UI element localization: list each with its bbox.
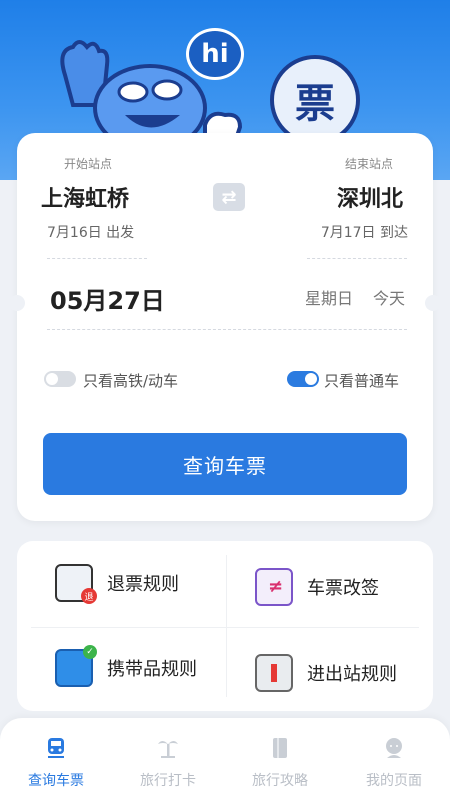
tab-label: 旅行打卡 — [140, 773, 196, 789]
weekday-label: 星期日 — [305, 289, 354, 308]
divider — [226, 555, 227, 697]
divider — [31, 627, 419, 628]
highspeed-only-toggle[interactable] — [44, 371, 76, 387]
tab-search-tickets[interactable]: 查询车票 — [0, 736, 112, 790]
palm-tree-icon — [158, 741, 178, 758]
arrival-date: 7月17日 到达 — [320, 225, 408, 241]
tab-travel-guide[interactable]: 旅行攻略 — [224, 736, 336, 790]
swap-stations-button[interactable]: ⇄ — [213, 183, 245, 211]
tab-label: 查询车票 — [28, 773, 84, 789]
toggle-knob — [305, 373, 317, 385]
toggle-knob — [46, 373, 58, 385]
departure-date: 7月16日 出发 — [47, 225, 135, 241]
search-tickets-button[interactable]: 查询车票 — [43, 433, 407, 495]
divider — [47, 258, 147, 259]
to-station[interactable]: 深圳北 — [337, 181, 403, 213]
rules-grid: 退票规则 车票改签 携带品规则 进出站规则 — [17, 541, 433, 711]
refund-rules-label: 退票规则 — [107, 574, 179, 595]
highspeed-only-label[interactable]: 只看高铁/动车 — [83, 370, 178, 391]
station-gate-icon — [255, 654, 293, 692]
normal-train-only-toggle[interactable] — [287, 371, 319, 387]
ticket-badge-icon: 票 — [270, 55, 360, 145]
tab-my-page[interactable]: 我的页面 — [338, 736, 450, 790]
to-station-label: 结束站点 — [344, 157, 393, 171]
divider — [307, 258, 407, 259]
book-icon — [273, 738, 287, 758]
bottom-tab-bar: 查询车票 旅行打卡 旅行攻略 我的页面 — [0, 718, 450, 800]
from-station[interactable]: 上海虹桥 — [41, 181, 129, 213]
travel-date-picker[interactable]: 05月27日 — [50, 281, 165, 316]
ticket-search-card: 开始站点 结束站点 上海虹桥 ⇄ 深圳北 7月16日 出发 7月17日 到达 0… — [9, 133, 441, 521]
ticket-change-link[interactable]: 车票改签 — [255, 568, 379, 606]
refund-rules-icon — [55, 564, 97, 604]
swap-arrows-icon: ⇄ — [221, 186, 237, 208]
tab-label: 旅行攻略 — [252, 773, 308, 789]
tab-travel-checkin[interactable]: 旅行打卡 — [112, 736, 224, 790]
station-gate-rules-label: 进出站规则 — [307, 664, 397, 685]
luggage-rules-link[interactable]: 携带品规则 — [55, 645, 197, 687]
from-station-label: 开始站点 — [64, 157, 113, 171]
ticket-change-label: 车票改签 — [307, 578, 379, 599]
luggage-icon — [55, 645, 97, 687]
divider — [47, 329, 407, 330]
normal-train-only-label[interactable]: 只看普通车 — [324, 370, 399, 391]
hi-speech-bubble: hi — [186, 28, 244, 80]
ticket-change-icon — [255, 568, 293, 606]
tab-label: 我的页面 — [366, 773, 422, 789]
user-icon — [386, 738, 402, 758]
station-gate-rules-link[interactable]: 进出站规则 — [255, 654, 397, 692]
refund-rules-link[interactable]: 退票规则 — [55, 564, 179, 604]
train-icon — [48, 738, 64, 758]
luggage-rules-label: 携带品规则 — [107, 659, 197, 680]
today-label: 今天 — [373, 289, 406, 308]
